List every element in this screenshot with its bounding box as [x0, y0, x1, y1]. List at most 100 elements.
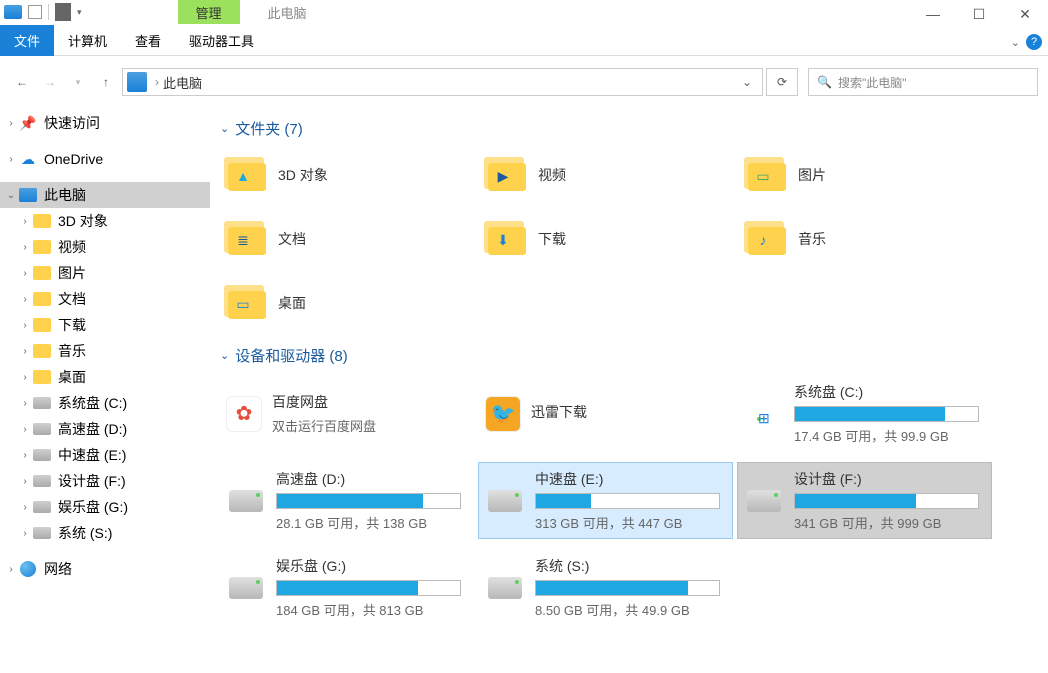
breadcrumb-location[interactable]: 此电脑 — [163, 73, 202, 92]
location-icon — [127, 72, 147, 92]
drive-name: 高速盘 (D:) — [276, 469, 467, 489]
chevron-right-icon[interactable]: › — [18, 398, 32, 409]
sidebar-item-quickaccess[interactable]: › 📌 快速访问 — [0, 110, 210, 136]
context-tab-manage[interactable]: 管理 — [178, 0, 240, 24]
qat-dropdown[interactable] — [55, 3, 71, 21]
chevron-right-icon[interactable]: › — [18, 242, 32, 253]
folder-item[interactable]: ▲3D 对象 — [220, 149, 470, 201]
chevron-right-icon[interactable]: › — [18, 268, 32, 279]
ribbon-tab-drivetools[interactable]: 驱动器工具 — [175, 25, 268, 56]
breadcrumb-sep-icon[interactable]: › — [155, 75, 159, 89]
address-dropdown[interactable]: ⌄ — [736, 75, 758, 89]
drive-item[interactable]: ⊞系统盘 (C:)17.4 GB 可用，共 99.9 GB — [738, 376, 991, 451]
close-button[interactable]: ✕ — [1002, 0, 1048, 28]
chevron-right-icon[interactable]: › — [4, 154, 18, 165]
drive-usage-text: 17.4 GB 可用，共 99.9 GB — [794, 426, 985, 445]
hdd-icon — [32, 523, 52, 543]
sidebar-item[interactable]: ›视频 — [0, 234, 210, 260]
drive-item[interactable]: 设计盘 (F:)341 GB 可用，共 999 GB — [738, 463, 991, 538]
minimize-button[interactable]: — — [910, 0, 956, 28]
sidebar-item[interactable]: ›系统 (S:) — [0, 520, 210, 546]
sidebar-item-network[interactable]: › 网络 — [0, 556, 210, 582]
hdd-icon — [32, 497, 52, 517]
chevron-right-icon[interactable]: › — [4, 564, 18, 575]
chevron-right-icon[interactable]: › — [18, 294, 32, 305]
refresh-button[interactable]: ⟳ — [766, 68, 798, 96]
drive-item[interactable]: 中速盘 (E:)313 GB 可用，共 447 GB — [479, 463, 732, 538]
chevron-right-icon[interactable]: › — [18, 476, 32, 487]
section-header-drives[interactable]: ⌄ 设备和驱动器 (8) — [220, 345, 1038, 366]
sidebar-item[interactable]: ›音乐 — [0, 338, 210, 364]
folder-icon: ♪ — [744, 217, 788, 261]
chevron-right-icon[interactable]: › — [18, 502, 32, 513]
sidebar-item[interactable]: ›娱乐盘 (G:) — [0, 494, 210, 520]
ribbon-tab-file[interactable]: 文件 — [0, 25, 54, 56]
chevron-right-icon[interactable]: › — [18, 346, 32, 357]
forward-button[interactable]: → — [38, 70, 62, 94]
chevron-right-icon[interactable]: › — [18, 372, 32, 383]
sidebar-label: 桌面 — [58, 367, 86, 387]
sidebar-item[interactable]: ›下载 — [0, 312, 210, 338]
sidebar-item-onedrive[interactable]: › ☁ OneDrive — [0, 146, 210, 172]
chevron-right-icon[interactable]: › — [18, 424, 32, 435]
ribbon-tab-view[interactable]: 查看 — [121, 25, 175, 56]
folder-icon: ≣ — [224, 217, 268, 261]
quick-access-toolbar: ▾ — [0, 0, 86, 24]
chevron-right-icon[interactable]: › — [18, 528, 32, 539]
sidebar-item[interactable]: ›中速盘 (E:) — [0, 442, 210, 468]
sidebar-label: OneDrive — [44, 151, 103, 167]
sidebar-item-thispc[interactable]: ⌄ 此电脑 — [0, 182, 210, 208]
up-button[interactable]: ↑ — [94, 70, 118, 94]
folder-item[interactable]: ⬇下载 — [480, 213, 730, 265]
folder-item[interactable]: ≣文档 — [220, 213, 470, 265]
drive-item[interactable]: 系统 (S:)8.50 GB 可用，共 49.9 GB — [479, 550, 732, 625]
maximize-button[interactable]: ☐ — [956, 0, 1002, 28]
network-icon — [18, 559, 38, 579]
folder-name: 音乐 — [798, 229, 826, 249]
sidebar-item[interactable]: ›文档 — [0, 286, 210, 312]
app-item[interactable]: ✿百度网盘双击运行百度网盘 — [220, 376, 473, 451]
drive-item[interactable]: 娱乐盘 (G:)184 GB 可用，共 813 GB — [220, 550, 473, 625]
drive-name: 系统 (S:) — [535, 556, 726, 576]
sidebar-item[interactable]: ›设计盘 (F:) — [0, 468, 210, 494]
chevron-down-icon: ⌄ — [220, 349, 229, 362]
help-icon[interactable]: ? — [1026, 34, 1042, 50]
search-input[interactable]: 🔍 搜索"此电脑" — [808, 68, 1038, 96]
recent-dropdown[interactable]: ▾ — [66, 70, 90, 94]
sidebar-item[interactable]: ›3D 对象 — [0, 208, 210, 234]
chevron-right-icon[interactable]: › — [18, 450, 32, 461]
drive-item[interactable]: 高速盘 (D:)28.1 GB 可用，共 138 GB — [220, 463, 473, 538]
folder-item[interactable]: ♪ 音乐 — [740, 213, 990, 265]
ribbon-expand-icon[interactable]: ⌄ — [1011, 36, 1020, 49]
drive-usage-text: 184 GB 可用，共 813 GB — [276, 600, 467, 619]
sidebar: › 📌 快速访问 › ☁ OneDrive ⌄ 此电脑 ›3D 对象›视频›图片… — [0, 100, 210, 673]
content-area: ⌄ 文件夹 (7) ▲3D 对象▶视频▭图片 ≣文档⬇下载 ♪ 音乐 ▭桌面 ⌄ 设备和… — [210, 100, 1048, 673]
drive-name: 设计盘 (F:) — [794, 469, 985, 489]
chevron-right-icon[interactable]: › — [18, 320, 32, 331]
qat-separator — [48, 4, 49, 20]
hdd-icon — [744, 481, 784, 521]
folder-item[interactable]: ▭图片 — [740, 149, 990, 201]
address-bar[interactable]: › 此电脑 ⌄ — [122, 68, 763, 96]
sidebar-item[interactable]: ›系统盘 (C:) — [0, 390, 210, 416]
ribbon-tab-computer[interactable]: 计算机 — [54, 25, 121, 56]
drive-usage-bar — [794, 406, 979, 422]
chevron-right-icon[interactable]: › — [18, 216, 32, 227]
app-item[interactable]: 🐦迅雷下载 — [479, 376, 732, 451]
qat-checkbox-icon[interactable] — [28, 5, 42, 19]
folder-icon: ▶ — [484, 153, 528, 197]
hdd-icon — [32, 471, 52, 491]
chevron-right-icon[interactable]: › — [4, 118, 18, 129]
folder-item[interactable]: ▭桌面 — [220, 277, 470, 329]
hdd-icon — [32, 393, 52, 413]
sidebar-label: 图片 — [58, 263, 86, 283]
sidebar-item[interactable]: › 图片 — [0, 260, 210, 286]
folder-icon — [32, 263, 52, 283]
section-header-folders[interactable]: ⌄ 文件夹 (7) — [220, 118, 1038, 139]
sidebar-item[interactable]: › 桌面 — [0, 364, 210, 390]
chevron-down-icon[interactable]: ⌄ — [4, 190, 18, 201]
sidebar-item[interactable]: ›高速盘 (D:) — [0, 416, 210, 442]
folder-item[interactable]: ▶视频 — [480, 149, 730, 201]
back-button[interactable]: ← — [10, 70, 34, 94]
qat-caret-icon[interactable]: ▾ — [77, 7, 82, 18]
